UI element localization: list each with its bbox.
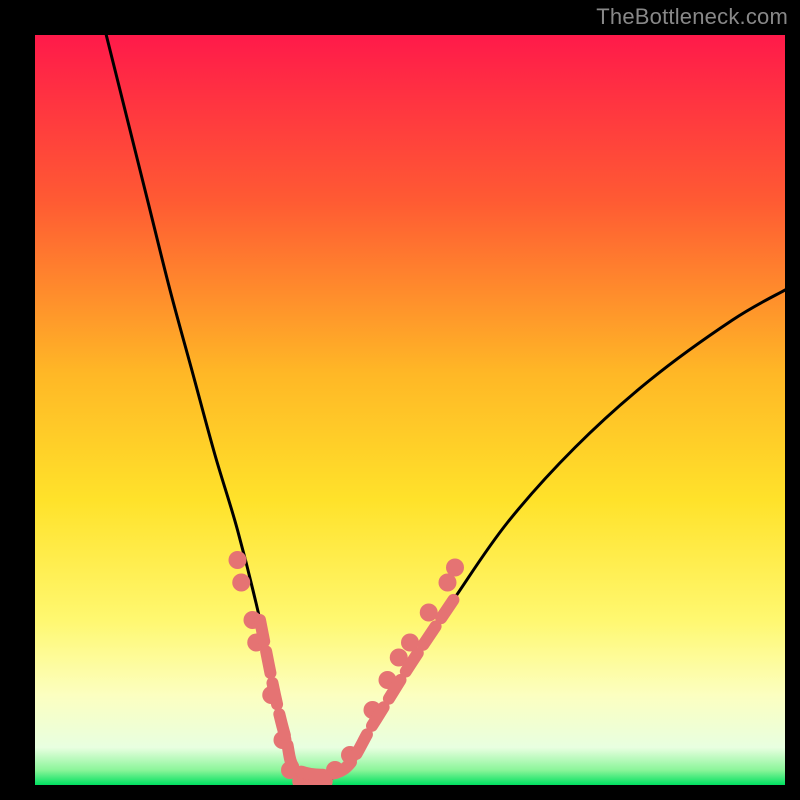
highlight-marker	[229, 551, 247, 569]
highlight-marker	[420, 604, 438, 622]
highlight-marker	[446, 559, 464, 577]
bottleneck-curve-black	[106, 35, 785, 783]
watermark-text: TheBottleneck.com	[596, 4, 788, 30]
bottleneck-curve-pink-segment	[260, 598, 455, 775]
curve-layer	[35, 35, 785, 785]
chart-container: TheBottleneck.com	[0, 0, 800, 800]
highlight-marker	[232, 574, 250, 592]
plot-area	[35, 35, 785, 785]
